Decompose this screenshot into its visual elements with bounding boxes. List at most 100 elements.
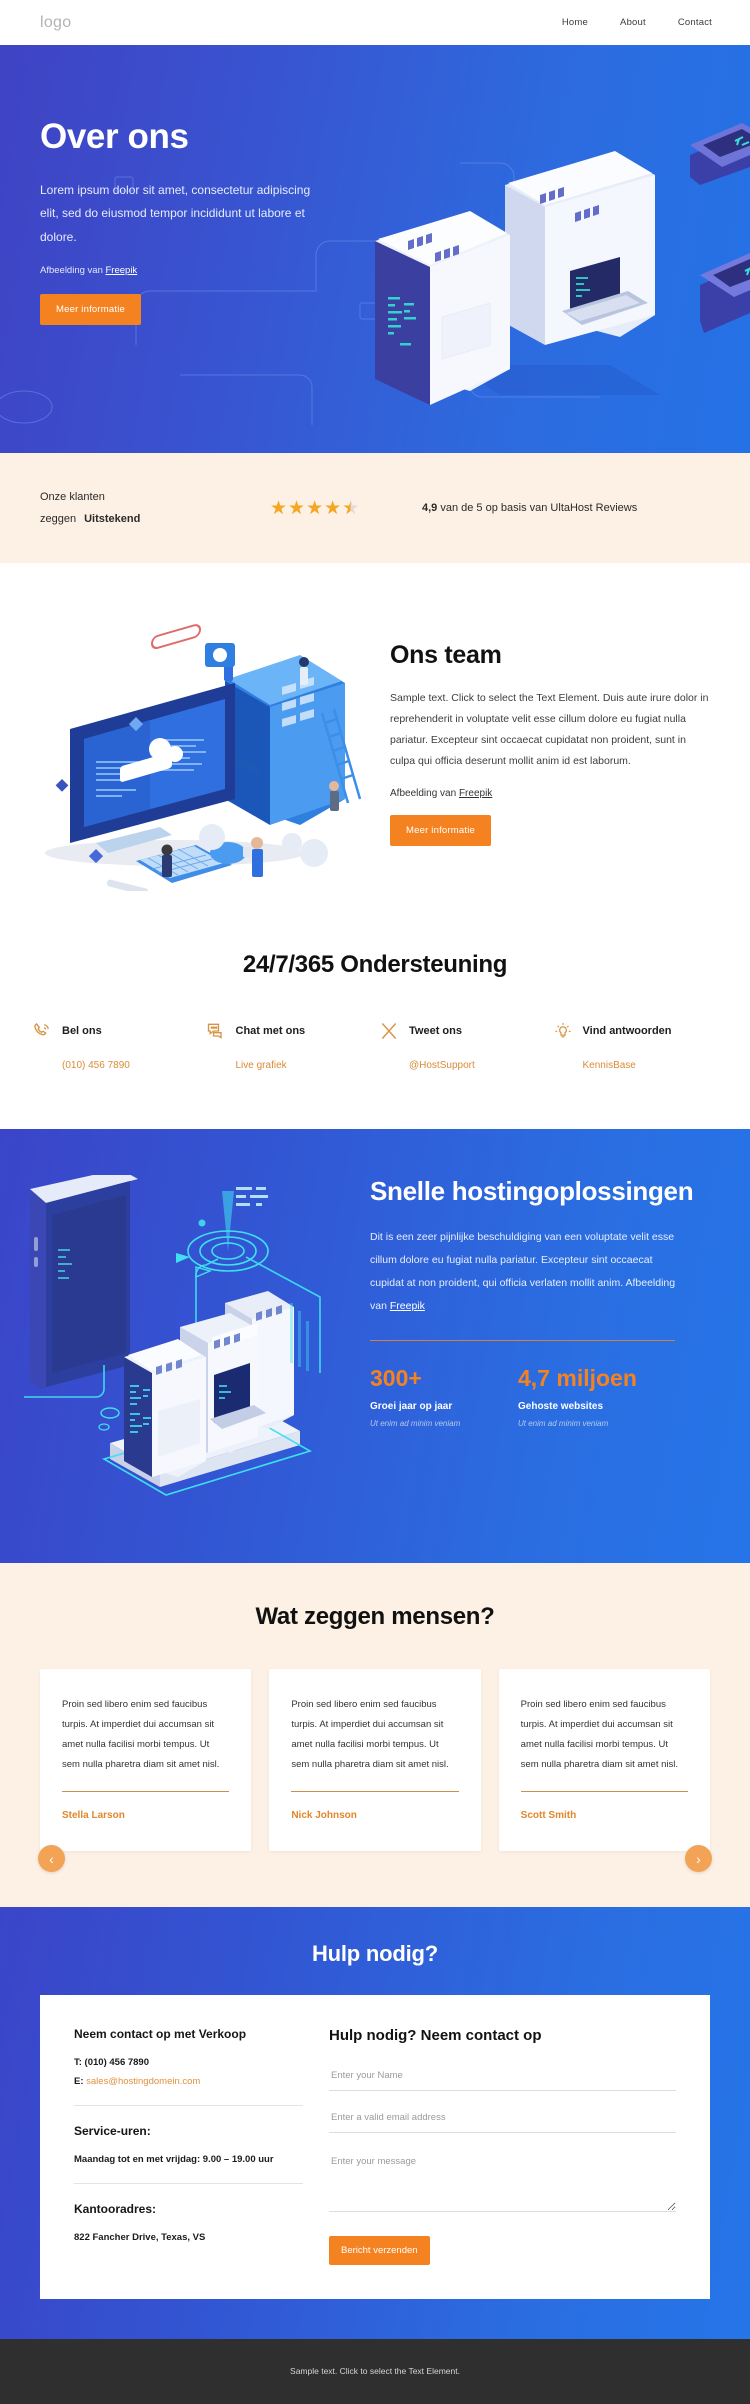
support-item-answers: Vind antwoorden KennisBase xyxy=(549,1021,723,1073)
nav-link-contact[interactable]: Contact xyxy=(678,17,712,28)
star-rating: ★ ★ ★ ★ ★ xyxy=(270,499,400,518)
hero-body: Lorem ipsum dolor sit amet, consectetur … xyxy=(40,183,311,244)
contact-phone-label: T: xyxy=(74,2056,82,2068)
support-item-link[interactable]: Live grafiek xyxy=(206,1060,287,1071)
contact-email-line: E: sales@hostingdomein.com xyxy=(74,2076,303,2087)
testimonials-title: Wat zeggen mensen? xyxy=(255,1603,495,1630)
support-title: 24/7/365 Ondersteuning xyxy=(242,951,508,978)
support-item-head: Chat met ons xyxy=(206,1021,376,1041)
stat-websites: 4,7 miljoen Gehoste websites Ut enim ad … xyxy=(518,1365,666,1428)
support-item-link[interactable]: KennisBase xyxy=(553,1060,636,1071)
support-item-link[interactable]: @HostSupport xyxy=(379,1060,475,1071)
contact-hours-value: Maandag tot en met vrijdag: 9.00 – 19.00… xyxy=(74,2153,274,2165)
contact-hours-heading: Service-uren: xyxy=(74,2123,151,2138)
half-star-icon: ★ xyxy=(342,497,360,519)
footer: Sample text. Click to select the Text El… xyxy=(0,2338,750,2404)
table-row: Proin sed libero enim sed faucibus turpi… xyxy=(269,1669,481,1851)
testimonial-quote: Proin sed libero enim sed faucibus turpi… xyxy=(291,1699,449,1770)
team-credit-prefix: Afbeelding van xyxy=(390,788,459,799)
team-content: Ons team Sample text. Click to select th… xyxy=(390,621,750,846)
nav-link-about[interactable]: About xyxy=(620,17,646,28)
nav-link-home[interactable]: Home xyxy=(562,17,588,28)
testimonial-quote: Proin sed libero enim sed faucibus turpi… xyxy=(62,1699,220,1770)
contact-info: Neem contact op met Verkoop T: (010) 456… xyxy=(74,2027,329,2265)
site-logo[interactable]: logo xyxy=(40,14,71,32)
testimonial-name: Nick Johnson xyxy=(291,1809,357,1821)
team-credit-link[interactable]: Freepik xyxy=(459,788,492,799)
testimonials-row: Proin sed libero enim sed faucibus turpi… xyxy=(0,1669,750,1851)
stat-sub: Ut enim ad minim veniam xyxy=(518,1419,609,1429)
x-twitter-icon xyxy=(379,1021,399,1041)
contact-info-heading: Neem contact op met Verkoop xyxy=(74,2026,247,2041)
star-icon: ★ xyxy=(324,497,342,519)
testimonials-section: Wat zeggen mensen? Proin sed libero enim… xyxy=(0,1563,750,1907)
hero-image-credit: Afbeelding van Freepik xyxy=(40,265,330,276)
contact-form-heading: Hulp nodig? Neem contact op xyxy=(329,2026,542,2044)
contact-separator xyxy=(74,2182,303,2184)
hosting-content: Snelle hostingoplossingen Dit is een zee… xyxy=(370,1175,750,1505)
chevron-right-icon[interactable]: › xyxy=(685,1845,712,1872)
support-item-tweet: Tweet ons @HostSupport xyxy=(375,1021,549,1073)
contact-phone-value: (010) 456 7890 xyxy=(81,2056,150,2068)
testimonial-name: Scott Smith xyxy=(520,1809,577,1821)
chevron-left-icon[interactable]: ‹ xyxy=(38,1845,65,1872)
email-field[interactable] xyxy=(329,2105,676,2133)
nav-links: Home About Contact xyxy=(562,17,712,28)
support-item-chat: Chat met ons Live grafiek xyxy=(202,1021,376,1073)
team-illustration-wrap xyxy=(0,621,390,906)
top-navbar: logo Home About Contact xyxy=(0,0,750,45)
team-illustration xyxy=(45,624,362,906)
hero-title: Over ons xyxy=(40,117,189,156)
testimonial-divider xyxy=(62,1790,230,1792)
stat-label: Groei jaar op jaar xyxy=(370,1401,453,1413)
hosting-illustration-wrap xyxy=(0,1169,370,1505)
support-item-head: Tweet ons xyxy=(379,1021,549,1041)
name-field[interactable] xyxy=(329,2063,676,2091)
contact-email-label: E: xyxy=(74,2075,84,2087)
stat-growth: 300+ Groei jaar op jaar Ut enim ad minim… xyxy=(370,1365,518,1428)
reviews-bar: Onze klanten zeggen Uitstekend ★ ★ ★ ★ ★ … xyxy=(0,453,750,563)
support-item-title: Vind antwoorden xyxy=(582,1025,672,1037)
stat-number: 300+ xyxy=(370,1365,422,1392)
contact-form: Hulp nodig? Neem contact op Bericht verz… xyxy=(329,2027,676,2265)
team-cta-button[interactable]: Meer informatie xyxy=(390,815,491,846)
stat-number: 4,7 miljoen xyxy=(518,1365,637,1392)
star-icon: ★ xyxy=(306,497,324,519)
hosting-section: Snelle hostingoplossingen Dit is een zee… xyxy=(0,1129,750,1563)
contact-email-link[interactable]: sales@hostingdomein.com xyxy=(86,2076,200,2087)
hosting-title: Snelle hostingoplossingen xyxy=(370,1176,694,1206)
contact-section: Hulp nodig? Neem contact op met Verkoop … xyxy=(0,1906,750,2339)
support-item-title: Chat met ons xyxy=(235,1025,306,1037)
star-icon: ★ xyxy=(288,497,306,519)
testimonial-divider xyxy=(291,1790,459,1792)
hero-credit-link[interactable]: Freepik xyxy=(106,265,138,276)
team-image-credit: Afbeelding van Freepik xyxy=(390,788,710,799)
hosting-credit-link[interactable]: Freepik xyxy=(390,1300,425,1312)
hero-credit-prefix: Afbeelding van xyxy=(40,265,106,277)
contact-phone-line: T: (010) 456 7890 xyxy=(74,2057,303,2068)
support-item-link[interactable]: (010) 456 7890 xyxy=(32,1060,130,1071)
support-item-title: Bel ons xyxy=(62,1025,102,1037)
reviews-rating-word: Uitstekend xyxy=(84,513,141,525)
contact-address-heading: Kantooradres: xyxy=(74,2201,157,2216)
hosting-body: Dit is een zeer pijnlijke beschuldiging … xyxy=(370,1226,688,1318)
landing-page: logo Home About Contact Over ons Lorem i… xyxy=(0,0,750,2404)
support-grid: Bel ons (010) 456 7890 Chat met ons Live… xyxy=(0,1021,750,1073)
support-item-call: Bel ons (010) 456 7890 xyxy=(28,1021,202,1073)
reviews-score-text: van de 5 op basis van UltaHost Reviews xyxy=(437,502,638,514)
team-title: Ons team xyxy=(390,641,502,669)
hero-cta-button[interactable]: Meer informatie xyxy=(40,294,141,326)
message-field[interactable] xyxy=(329,2147,676,2212)
support-section: 24/7/365 Ondersteuning Bel ons (010) 456… xyxy=(0,943,750,1129)
reviews-line1: Onze klanten xyxy=(40,491,105,503)
team-section: Ons team Sample text. Click to select th… xyxy=(0,563,750,943)
send-message-button[interactable]: Bericht verzenden xyxy=(329,2235,430,2265)
hero-section: Over ons Lorem ipsum dolor sit amet, con… xyxy=(0,45,750,453)
testimonial-quote: Proin sed libero enim sed faucibus turpi… xyxy=(520,1699,678,1770)
phone-icon xyxy=(32,1021,52,1041)
hero-content: Over ons Lorem ipsum dolor sit amet, con… xyxy=(0,45,330,326)
hosting-divider xyxy=(370,1339,675,1342)
table-row: Proin sed libero enim sed faucibus turpi… xyxy=(498,1669,710,1851)
reviews-score: 4,9 van de 5 op basis van UltaHost Revie… xyxy=(422,502,637,514)
testimonial-divider xyxy=(520,1790,688,1792)
